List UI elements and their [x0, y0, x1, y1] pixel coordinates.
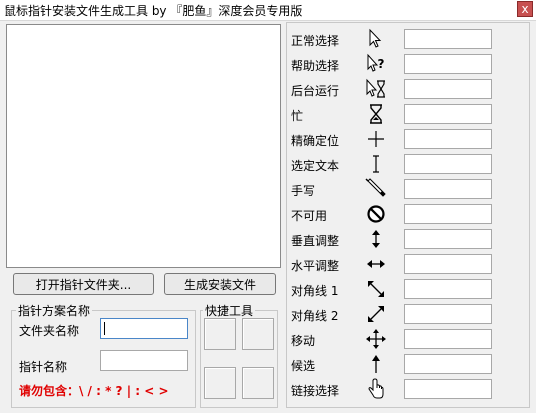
cursor-row-label: 对角线 1 — [291, 284, 339, 298]
window-title: 鼠标指针安装文件生成工具 by 『肥鱼』深度会员专用版 — [4, 4, 303, 18]
cursor-list-panel: 正常选择 帮助选择 ? 后台运行 忙 精确定位 选定文本 手写 不可用 垂直调整… — [286, 22, 530, 408]
cursor-row-text: 选定文本 — [287, 152, 531, 177]
horizontal-resize-icon — [367, 260, 385, 268]
cursor-row-label: 手写 — [291, 184, 316, 198]
cursor-file-field[interactable] — [404, 54, 492, 74]
cursor-file-field[interactable] — [404, 204, 492, 224]
cursor-row-working: 后台运行 — [287, 77, 531, 102]
generate-install-button[interactable]: 生成安装文件 — [164, 273, 276, 295]
cursor-row-label: 选定文本 — [291, 159, 340, 173]
cursor-file-field[interactable] — [404, 29, 492, 49]
cursor-row-label: 忙 — [291, 109, 304, 123]
cursor-row-unavailable: 不可用 — [287, 202, 531, 227]
svg-text:?: ? — [378, 57, 385, 71]
diagonal-resize-1-icon — [368, 281, 384, 297]
cursor-row-label: 后台运行 — [291, 84, 340, 98]
pointer-name-label: 指针名称 — [19, 360, 68, 374]
cursor-file-field[interactable] — [404, 304, 492, 324]
cursor-file-field[interactable] — [404, 129, 492, 149]
open-folder-button[interactable]: 打开指针文件夹... — [13, 273, 154, 295]
hourglass-icon — [370, 104, 382, 124]
cursor-row-link: 链接选择 — [287, 377, 531, 402]
cursor-row-label: 候选 — [291, 359, 316, 373]
cursor-row-diagonal-2: 对角线 2 — [287, 302, 531, 327]
working-cursor-icon — [366, 78, 385, 98]
shortcut-slot-4[interactable] — [242, 367, 274, 399]
cursor-row-label: 精确定位 — [291, 134, 340, 148]
text-ibeam-icon — [373, 155, 379, 173]
close-icon: x — [521, 2, 529, 16]
cursor-file-field[interactable] — [404, 379, 492, 399]
cursor-row-diagonal-1: 对角线 1 — [287, 277, 531, 302]
cursor-row-vertical-resize: 垂直调整 — [287, 227, 531, 252]
cursor-row-label: 不可用 — [291, 209, 328, 223]
cursor-file-field[interactable] — [404, 104, 492, 124]
cursor-file-field[interactable] — [404, 154, 492, 174]
move-icon — [366, 329, 386, 349]
cursor-row-horizontal-resize: 水平调整 — [287, 252, 531, 277]
cursor-row-precision: 精确定位 — [287, 127, 531, 152]
shortcut-slot-2[interactable] — [242, 318, 274, 350]
cursor-row-label: 正常选择 — [291, 34, 340, 48]
cursor-row-label: 链接选择 — [291, 384, 340, 398]
invalid-chars-warning: 请勿包含：\ / : * ? | : < > — [19, 384, 169, 398]
shortcut-group-label: 快捷工具 — [203, 302, 256, 319]
cursor-row-busy: 忙 — [287, 102, 531, 127]
scheme-group-label: 指针方案名称 — [16, 302, 93, 319]
cursor-file-field[interactable] — [404, 279, 492, 299]
shortcut-slot-1[interactable] — [204, 318, 236, 350]
cursor-row-alternate: 候选 — [287, 352, 531, 377]
cursor-row-label: 对角线 2 — [291, 309, 339, 323]
help-cursor-icon: ? — [367, 53, 385, 72]
cursor-file-field[interactable] — [404, 329, 492, 349]
pen-icon — [365, 178, 386, 197]
cursor-preview-area — [6, 24, 281, 268]
cursor-row-normal: 正常选择 — [287, 27, 531, 52]
pointer-name-input[interactable] — [100, 350, 188, 371]
hand-link-icon — [368, 378, 384, 399]
diagonal-resize-2-icon — [368, 306, 384, 322]
cursor-file-field[interactable] — [404, 229, 492, 249]
cursor-file-field[interactable] — [404, 79, 492, 99]
cursor-row-label: 移动 — [291, 334, 316, 348]
close-button[interactable]: x — [517, 1, 533, 17]
folder-name-input[interactable] — [100, 318, 188, 339]
cursor-file-field[interactable] — [404, 254, 492, 274]
folder-name-label: 文件夹名称 — [19, 324, 80, 338]
cursor-row-help: 帮助选择 ? — [287, 52, 531, 77]
shortcut-slot-3[interactable] — [204, 367, 236, 399]
cursor-file-field[interactable] — [404, 354, 492, 374]
crosshair-icon — [368, 131, 384, 147]
vertical-resize-icon — [372, 230, 380, 248]
cursor-row-label: 垂直调整 — [291, 234, 340, 248]
title-bar: 鼠标指针安装文件生成工具 by 『肥鱼』深度会员专用版 x — [0, 0, 536, 21]
cursor-file-field[interactable] — [404, 179, 492, 199]
cursor-row-label: 水平调整 — [291, 259, 340, 273]
text-caret — [104, 322, 105, 335]
alternate-select-icon — [372, 355, 380, 373]
cursor-row-handwriting: 手写 — [287, 177, 531, 202]
cursor-row-move: 移动 — [287, 327, 531, 352]
unavailable-icon — [367, 205, 385, 223]
cursor-row-label: 帮助选择 — [291, 59, 340, 73]
arrow-cursor-icon — [369, 28, 382, 48]
